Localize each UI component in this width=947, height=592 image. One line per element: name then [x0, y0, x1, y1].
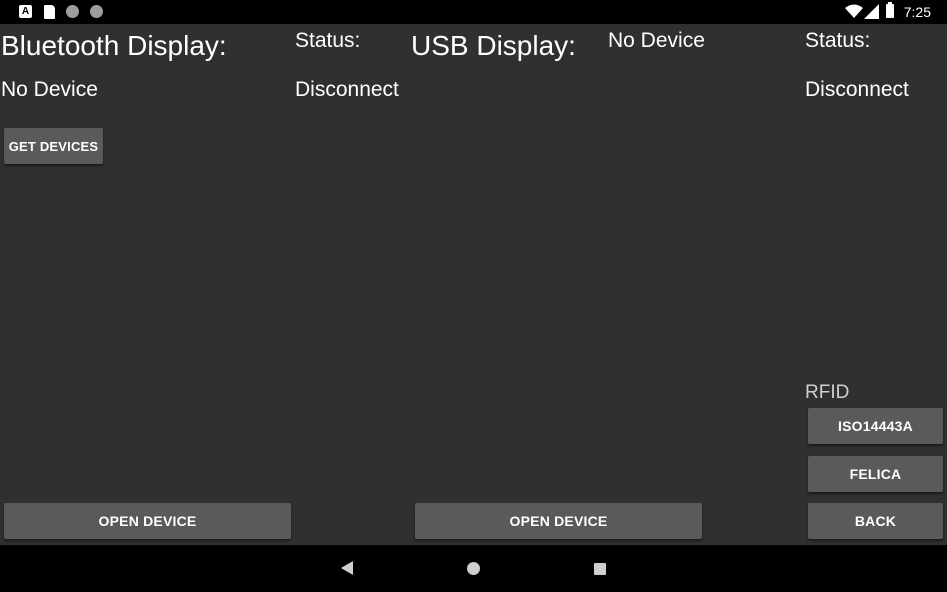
circle-icon — [90, 5, 103, 18]
back-icon[interactable] — [341, 561, 353, 575]
back-button[interactable]: BACK — [808, 503, 943, 539]
wifi-icon — [845, 4, 863, 18]
recents-icon[interactable] — [594, 563, 606, 575]
get-devices-button[interactable]: GET DEVICES — [4, 128, 103, 164]
circle-icon — [66, 5, 79, 18]
status-bar: A 7:25 — [0, 0, 947, 24]
usb-device-name: No Device — [608, 29, 705, 52]
notification-a-icon: A — [19, 5, 32, 18]
navigation-bar — [0, 545, 947, 592]
home-icon[interactable] — [467, 562, 480, 575]
felica-button[interactable]: FELICA — [808, 456, 943, 492]
usb-status-label: Status: — [805, 29, 871, 52]
bluetooth-open-device-button[interactable]: OPEN DEVICE — [4, 503, 291, 539]
signal-icon — [864, 4, 879, 19]
bluetooth-status-value: Disconnect — [295, 78, 399, 101]
rfid-label: RFID — [805, 382, 850, 403]
usb-status-value: Disconnect — [805, 78, 909, 101]
battery-icon — [886, 2, 894, 18]
iso14443a-button[interactable]: ISO14443A — [808, 408, 943, 444]
bluetooth-display-title: Bluetooth Display: — [1, 30, 227, 61]
usb-display-title: USB Display: — [411, 30, 576, 61]
clock-time: 7:25 — [903, 4, 931, 20]
bluetooth-device-name: No Device — [1, 78, 98, 101]
usb-open-device-button[interactable]: OPEN DEVICE — [415, 503, 702, 539]
sd-card-icon — [44, 5, 55, 19]
bluetooth-status-label: Status: — [295, 29, 361, 52]
